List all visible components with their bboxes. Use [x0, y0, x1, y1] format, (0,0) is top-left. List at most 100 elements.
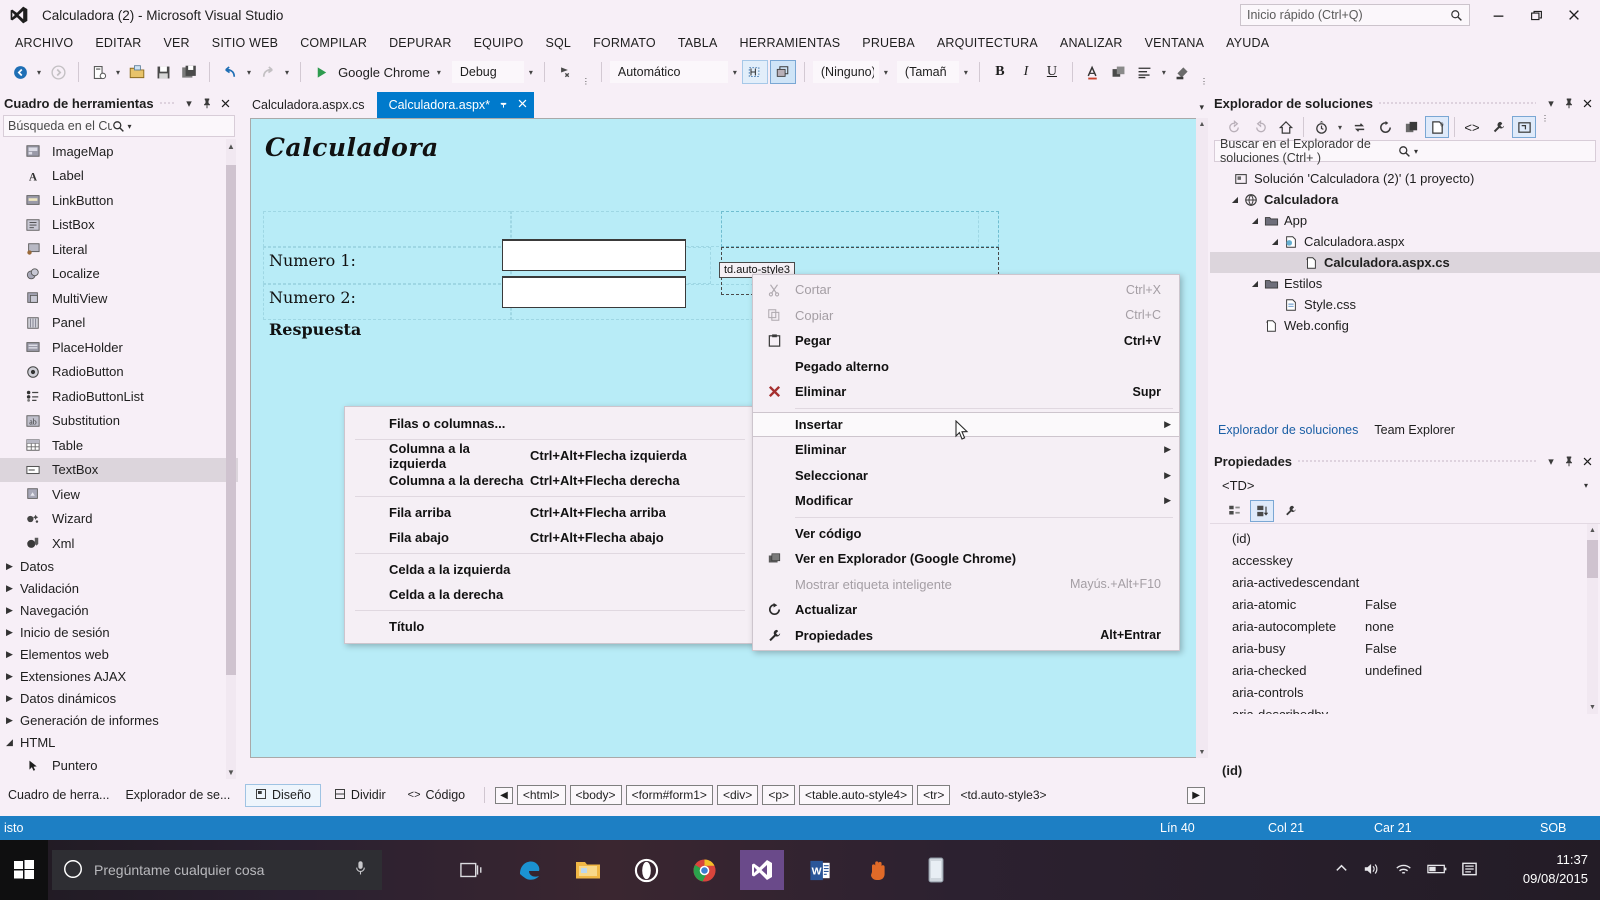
align-left-button[interactable]	[1133, 60, 1157, 84]
foreground-color-button[interactable]	[1081, 60, 1105, 84]
menu-editar[interactable]: EDITAR	[84, 33, 152, 53]
italic-button[interactable]: I	[1014, 61, 1038, 83]
breadcrumb-td[interactable]: <td.auto-style3>	[954, 785, 1052, 805]
properties-close-icon[interactable]	[1578, 452, 1596, 470]
toolbox-item-table[interactable]: Table	[0, 433, 238, 458]
toolbox-item-listbox[interactable]: ListBox	[0, 213, 238, 238]
tree-node-calculadora-aspx[interactable]: ◢ Calculadora.aspx	[1210, 231, 1600, 252]
toolbox-item-placeholder[interactable]: PlaceHolder	[0, 335, 238, 360]
toolbox-scroll-down-icon[interactable]: ▼	[226, 765, 236, 779]
properties-object-caret-icon[interactable]: ▾	[1584, 481, 1594, 490]
hand-icon[interactable]	[856, 850, 900, 890]
context-item-ver-en-explorador[interactable]: Ver en Explorador (Google Chrome)	[753, 546, 1179, 572]
dock-tab-team-explorer[interactable]: Team Explorer	[1366, 419, 1463, 441]
phone-icon[interactable]	[914, 850, 958, 890]
property-row[interactable]: aria-autocomplete none	[1210, 615, 1600, 637]
toolbox-item-substitution[interactable]: ab Substitution	[0, 409, 238, 434]
toolbox-item-puntero[interactable]: Puntero	[0, 754, 238, 779]
properties-scroll-thumb[interactable]	[1587, 540, 1598, 578]
toolbox-item-list[interactable]: ImageMap A Label LinkButton ListBox Liter…	[0, 139, 238, 779]
submenu-item-fila-arriba[interactable]: Fila arriba Ctrl+Alt+Flecha arriba	[345, 500, 755, 525]
breadcrumb-scroll-right[interactable]: ▶	[1187, 786, 1205, 804]
solution-explorer-close-icon[interactable]	[1578, 94, 1596, 112]
submenu-item-titulo[interactable]: Título	[345, 614, 755, 639]
menu-compilar[interactable]: COMPILAR	[289, 33, 378, 53]
view-button-codigo[interactable]: <> Código	[399, 785, 474, 805]
design-scroll-up-icon[interactable]: ▲	[1196, 118, 1208, 130]
menu-formato[interactable]: FORMATO	[582, 33, 667, 53]
solution-explorer-search-input[interactable]: Buscar en el Explorador de soluciones (C…	[1214, 137, 1596, 165]
design-cell[interactable]	[263, 211, 511, 247]
toolbox-item-multiview[interactable]: MultiView	[0, 286, 238, 311]
new-dropdown-caret-icon[interactable]: ▾	[113, 68, 123, 77]
menu-prueba[interactable]: PRUEBA	[851, 33, 926, 53]
design-scroll-down-icon[interactable]: ▼	[1196, 746, 1208, 758]
context-item-actualizar[interactable]: Actualizar	[753, 597, 1179, 623]
properties-menu-icon[interactable]: ▾	[1542, 452, 1560, 470]
properties-pin-icon[interactable]	[1560, 452, 1578, 470]
redo-dropdown-caret-icon[interactable]: ▾	[282, 68, 292, 77]
toolbox-item-radiobuttonlist[interactable]: RadioButtonList	[0, 384, 238, 409]
menu-sql[interactable]: SQL	[534, 33, 582, 53]
designer-label-respuesta[interactable]: Respuesta	[269, 320, 361, 339]
alphabetical-view-button[interactable]	[1250, 499, 1274, 522]
designer-textbox-numero2[interactable]	[502, 276, 686, 308]
solution-config-combo[interactable]: Debug	[451, 61, 524, 83]
tab-close-icon[interactable]	[517, 98, 528, 112]
breadcrumb-table[interactable]: <table.auto-style4>	[799, 785, 914, 805]
property-row[interactable]: aria-describedby	[1210, 703, 1600, 715]
toolbox-category-extensiones-ajax[interactable]: ▶ Extensiones AJAX	[0, 666, 238, 688]
word-icon[interactable]: W	[798, 850, 842, 890]
block-format-caret-icon[interactable]: ▾	[730, 68, 740, 77]
dock-tab-solution-explorer[interactable]: Explorador de soluciones	[1210, 419, 1366, 441]
solution-explorer-menu-icon[interactable]: ▾	[1542, 94, 1560, 112]
submenu-item-columna-derecha[interactable]: Columna a la derecha Ctrl+Alt+Flecha der…	[345, 468, 755, 493]
submenu-item-fila-abajo[interactable]: Fila abajo Ctrl+Alt+Flecha abajo	[345, 525, 755, 550]
action-center-icon[interactable]	[1461, 861, 1478, 880]
property-row[interactable]: aria-atomic False	[1210, 593, 1600, 615]
show-hidden-icons-icon[interactable]	[1334, 861, 1349, 879]
block-format-combo[interactable]: Automático	[609, 61, 728, 83]
chevron-down-icon[interactable]: ◢	[1248, 279, 1262, 288]
breadcrumb-p[interactable]: <p>	[762, 785, 796, 805]
back-dropdown-caret-icon[interactable]: ▾	[34, 68, 44, 77]
edge-icon[interactable]	[508, 850, 552, 890]
toolbox-category-html[interactable]: ◢ HTML	[0, 732, 238, 754]
underline-button[interactable]: U	[1040, 61, 1064, 83]
preview-selected-items-button[interactable]	[1512, 116, 1537, 138]
chrome-icon[interactable]	[682, 850, 726, 890]
tree-node-calculadora[interactable]: ◢ Calculadora	[1210, 189, 1600, 210]
toolbox-item-linkbutton[interactable]: LinkButton	[0, 188, 238, 213]
property-value[interactable]: none	[1365, 619, 1394, 634]
cortana-search-box[interactable]: Pregúntame cualquier cosa	[52, 850, 382, 890]
toolbox-category-elementos-web[interactable]: ▶ Elementos web	[0, 644, 238, 666]
toolbox-category-datos[interactable]: ▶ Datos	[0, 556, 238, 578]
breadcrumb-div[interactable]: <div>	[716, 785, 759, 805]
toolbox-item-imagemap[interactable]: ImageMap	[0, 139, 238, 164]
menu-ayuda[interactable]: AYUDA	[1215, 33, 1280, 53]
property-row[interactable]: aria-checked undefined	[1210, 659, 1600, 681]
context-item-modificar[interactable]: Modificar ▶	[753, 488, 1179, 514]
toolbox-category-navegacion[interactable]: ▶ Navegación	[0, 600, 238, 622]
insert-submenu[interactable]: Filas o columnas... Columna a la izquier…	[344, 406, 756, 644]
style-combo-caret-icon[interactable]: ▾	[881, 68, 891, 77]
pending-changes-caret-icon[interactable]: ▾	[1335, 123, 1345, 132]
toolbox-item-textbox[interactable]: TextBox	[0, 457, 238, 482]
format-overflow-icon[interactable]: ⋮	[1197, 77, 1211, 88]
task-view-icon[interactable]	[450, 850, 494, 890]
designer-heading[interactable]: Calculadora	[265, 133, 439, 162]
solution-config-caret-icon[interactable]: ▾	[526, 68, 536, 77]
context-item-pegar[interactable]: Pegar Ctrl+V	[753, 328, 1179, 354]
categorized-view-button[interactable]	[1222, 500, 1246, 522]
breadcrumb-scroll-left[interactable]: ◀	[495, 786, 513, 804]
design-vertical-scrollbar[interactable]: ▲ ▼	[1196, 118, 1208, 758]
context-item-cortar[interactable]: Cortar Ctrl+X	[753, 277, 1179, 303]
tab-calculadora-aspx-cs[interactable]: Calculadora.aspx.cs	[240, 92, 377, 118]
nav-forward-button[interactable]	[1248, 116, 1272, 138]
left-tab-solution-explorer[interactable]: Explorador de se...	[117, 784, 238, 806]
format-painter-button[interactable]	[1171, 60, 1195, 84]
battery-icon[interactable]	[1427, 862, 1447, 879]
pending-changes-button[interactable]	[1309, 116, 1333, 138]
navigate-back-button[interactable]	[8, 60, 32, 84]
solution-search-caret-icon[interactable]: ▾	[1411, 147, 1592, 156]
